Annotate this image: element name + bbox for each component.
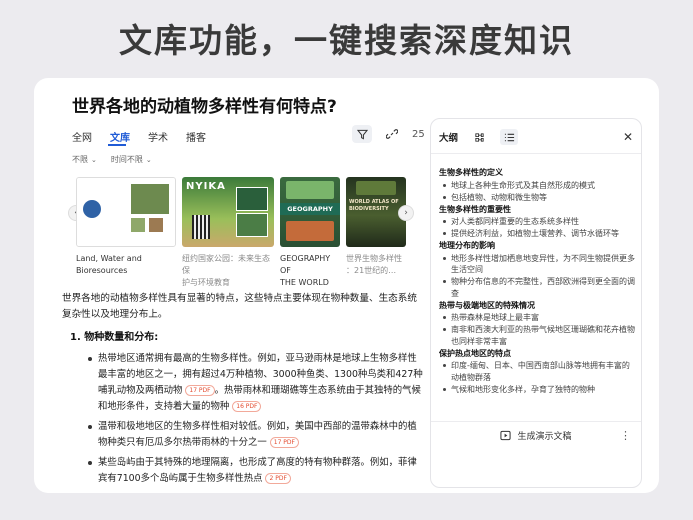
outline-header: 大纲 ✕ (439, 129, 633, 145)
tab-academic[interactable]: 学术 (148, 129, 168, 144)
generate-slides-button[interactable]: 生成演示文稿 ⋮ (431, 429, 641, 442)
doc-caption: Land, Water and Bioresources (76, 254, 142, 275)
bullet-item: 热带地区通常拥有最高的生物多样性。例如，亚马逊雨林是地球上生物多样性最丰富的地区… (88, 351, 423, 415)
tab-podcast[interactable]: 播客 (186, 129, 206, 144)
outline-section: 生物多样性的重要性 对人类都同样重要的生态系统多样性 提供经济利益，如植物土壤营… (439, 204, 635, 240)
cover-title: GEOGRAPHY (280, 203, 340, 215)
tab-web[interactable]: 全网 (72, 129, 92, 144)
outline-title: 大纲 (439, 133, 459, 144)
outline-item[interactable]: 气候和地形变化多样，孕育了独特的物种 (439, 384, 635, 396)
section-heading: 1. 物种数量和分布: (70, 332, 159, 343)
outline-item[interactable]: 包括植物、动物和微生物等 (439, 192, 635, 204)
answer-bullets: 热带地区通常拥有最高的生物多样性。例如，亚马逊雨林是地球上生物多样性最丰富的地区… (88, 351, 423, 491)
source-tabs: 全网 文库 学术 播客 (72, 129, 206, 144)
outline-item[interactable]: 印度-缅甸、日本、中国西南部山脉等地拥有丰富的动植物群落 (439, 360, 635, 383)
answer-intro: 世界各地的动植物多样性具有显著的特点，这些特点主要体现在物种数量、生态系统复杂性… (62, 293, 417, 320)
divider (431, 153, 641, 154)
carousel-next-icon[interactable]: › (398, 205, 414, 221)
outline-section: 生物多样性的定义 地球上各种生命形式及其自然形成的模式 包括植物、动物和微生物等 (439, 167, 635, 203)
chevron-down-icon: ⌄ (145, 156, 152, 164)
doc-card[interactable]: Land, Water and Bioresources (76, 177, 176, 277)
result-card: 世界各地的动植物多样性有何特点? 全网 文库 学术 播客 25 不限 ⌄ 时间不限… (34, 78, 659, 493)
doc-card[interactable]: GEOGRAPHY GEOGRAPHY OF THE WORLD (280, 177, 340, 289)
doc-caption: GEOGRAPHY OF THE WORLD (280, 254, 331, 287)
mindmap-icon[interactable] (470, 129, 488, 145)
chevron-down-icon: ⌄ (91, 156, 97, 164)
link-icon[interactable] (382, 125, 402, 143)
bullet-item: 温带和极地地区的生物多样性相对较低。例如，美国中西部的温带森林中的植物种类只有厄… (88, 419, 423, 451)
doc-caption: 纽约国家公园：未来生态保 护与环境教育 (182, 254, 270, 287)
outline-heading[interactable]: 保护热点地区的特点 (439, 348, 635, 360)
outline-heading[interactable]: 热带与极端地区的特殊情况 (439, 300, 635, 312)
list-icon[interactable] (500, 129, 519, 145)
outline-heading[interactable]: 生物多样性的定义 (439, 167, 635, 179)
tab-library[interactable]: 文库 (110, 129, 130, 144)
doc-card[interactable]: NYIKA 纽约国家公园：未来生态保 护与环境教育 (182, 177, 274, 289)
filter-any[interactable]: 不限 ⌄ (72, 154, 97, 165)
cover-title: NYIKA (186, 181, 226, 192)
pdf-citation-badge[interactable]: 16 PDF (232, 401, 262, 412)
outline-panel: 大纲 ✕ 生物多样性的定义 地球上各种生命形式及其自然形成的模式 包括植物、动物… (430, 118, 642, 488)
outline-item[interactable]: 热带森林是地球上最丰富 (439, 312, 635, 324)
result-toolbar: 25 (352, 125, 425, 143)
doc-card[interactable]: WORLD ATLAS OF BIODIVERSITY 世界生物多样性 ：21世纪… (346, 177, 406, 277)
outline-list: 生物多样性的定义 地球上各种生命形式及其自然形成的模式 包括植物、动物和微生物等… (439, 167, 635, 396)
banner-title: 文库功能，一键搜索深度知识 (119, 21, 574, 60)
pdf-citation-badge[interactable]: 17 PDF (185, 385, 215, 396)
close-icon[interactable]: ✕ (623, 130, 633, 144)
cover-title: WORLD ATLAS OF BIODIVERSITY (349, 199, 399, 212)
outline-heading[interactable]: 生物多样性的重要性 (439, 204, 635, 216)
bullet-item: 某些岛屿由于其特殊的地理隔离，也形成了高度的特有物种群落。例如，菲律宾有7100… (88, 455, 423, 487)
tab-active-indicator (108, 144, 126, 146)
filter-time[interactable]: 时间不限 ⌄ (111, 154, 152, 165)
outline-item[interactable]: 物种分布信息的不完整性，西部欧洲得到更全面的调查 (439, 276, 635, 299)
document-carousel: ‹ Land, Water andBioresources NYIKA (68, 175, 414, 287)
generate-slides-label: 生成演示文稿 (517, 432, 572, 442)
outline-item[interactable]: 对人类都同样重要的生态系统多样性 (439, 216, 635, 228)
filter-bar: 不限 ⌄ 时间不限 ⌄ (72, 154, 152, 165)
divider (431, 421, 641, 422)
outline-section: 热带与极端地区的特殊情况 热带森林是地球上最丰富 南非和西澳大利亚的热带气候地区… (439, 300, 635, 348)
filter-icon[interactable] (352, 125, 372, 143)
outline-section: 保护热点地区的特点 印度-缅甸、日本、中国西南部山脉等地拥有丰富的动植物群落 气… (439, 348, 635, 396)
outline-item[interactable]: 地形多样性增加栖息地变异性，为不同生物提供更多生活空间 (439, 253, 635, 276)
pdf-citation-badge[interactable]: 2 PDF (265, 473, 291, 484)
reference-count: 25 (412, 128, 425, 140)
question-title: 世界各地的动植物多样性有何特点? (72, 97, 337, 117)
outline-item[interactable]: 提供经济利益，如植物土壤营养、调节水循环等 (439, 228, 635, 240)
doc-caption: 世界生物多样性 ：21世纪的… (346, 254, 402, 275)
pdf-citation-badge[interactable]: 17 PDF (269, 437, 299, 448)
outline-heading[interactable]: 地理分布的影响 (439, 240, 635, 252)
outline-item[interactable]: 地球上各种生命形式及其自然形成的模式 (439, 180, 635, 192)
outline-item[interactable]: 南非和西澳大利亚的热带气候地区珊瑚礁和花卉植物也同样非常丰富 (439, 324, 635, 347)
more-options-icon[interactable]: ⋮ (620, 429, 631, 442)
presentation-icon (500, 430, 512, 441)
outline-section: 地理分布的影响 地形多样性增加栖息地变异性，为不同生物提供更多生活空间 物种分布… (439, 240, 635, 299)
